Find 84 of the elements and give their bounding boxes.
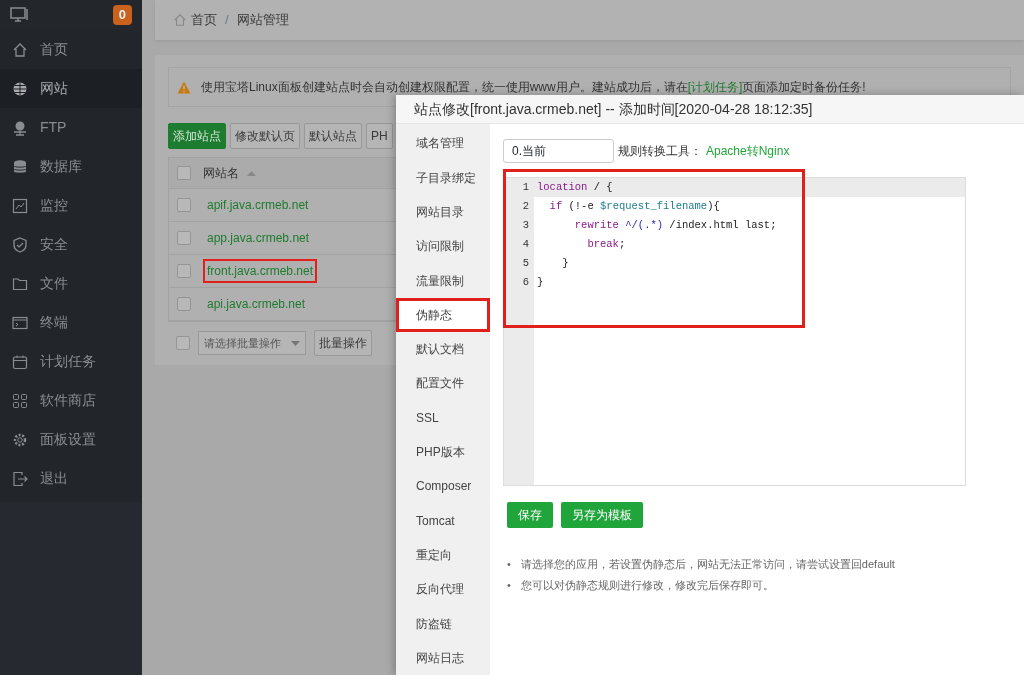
checkbox[interactable] — [177, 231, 191, 245]
line-number: 3 — [521, 218, 530, 234]
code-line: if (!-e $request_filename){ — [548, 199, 721, 215]
checkbox[interactable] — [177, 264, 191, 278]
template-select[interactable]: 0.当前 — [503, 139, 614, 164]
sidebar-item[interactable]: 安全 — [0, 225, 142, 264]
sidebar-item[interactable]: 网站 — [0, 69, 142, 108]
dialog-tab[interactable]: 反向代理 — [396, 572, 490, 607]
convert-link[interactable]: Apache转Nginx — [706, 142, 790, 161]
tool-label: 规则转换工具： — [618, 143, 702, 161]
dialog-tab[interactable]: 配置文件 — [396, 366, 490, 401]
dialog-tab[interactable]: 伪静态 — [396, 297, 490, 333]
breadcrumb-current: 网站管理 — [236, 11, 289, 30]
checkbox[interactable] — [177, 166, 191, 180]
dialog-tab[interactable]: 访问限制 — [396, 229, 490, 264]
dialog-tab[interactable]: 网站目录 — [396, 194, 490, 230]
checkbox[interactable] — [177, 198, 191, 212]
toolbar-button[interactable]: 默认站点 — [304, 123, 362, 149]
dialog-tab[interactable]: 防盗链 — [396, 606, 490, 641]
code-line: rewrite ^/(.*) /index.html last; — [573, 218, 778, 234]
monitor-icon — [10, 7, 30, 23]
code-line: break; — [586, 237, 627, 253]
count-badge: 0 — [112, 5, 132, 25]
sidebar-item[interactable]: 退出 — [0, 459, 142, 498]
dialog-tab[interactable]: PHP版本 — [396, 434, 490, 470]
dialog-tab[interactable]: 默认文档 — [396, 332, 490, 367]
save-template-button[interactable]: 另存为模板 — [561, 502, 643, 529]
batch-button[interactable]: 批量操作 — [314, 330, 372, 356]
dialog-title: 站点修改[front.java.crmeb.net] -- 添加时间[2020-04-28 18:12:35] — [414, 99, 813, 119]
chart-icon — [12, 197, 28, 214]
line-number: 6 — [521, 275, 530, 291]
dialog-tab[interactable]: SSL — [396, 400, 490, 435]
dialog-tab[interactable]: 流量限制 — [396, 263, 490, 298]
sidebar-item[interactable]: 终端 — [0, 303, 142, 342]
logout-icon — [12, 470, 28, 487]
sort-icon[interactable] — [247, 170, 256, 176]
note-text: 请选择您的应用，若设置伪静态后，网站无法正常访问，请尝试设置回default — [520, 557, 895, 573]
line-number: 4 — [521, 237, 530, 253]
database-icon — [12, 158, 28, 175]
caret-icon — [291, 340, 300, 346]
breadcrumb-separator: / — [225, 11, 229, 30]
shield-icon — [12, 236, 28, 253]
column-header: 网站名 — [203, 165, 239, 182]
code-line: } — [536, 275, 545, 291]
dialog-tab[interactable]: 子目录绑定 — [396, 160, 490, 195]
sidebar-item[interactable]: FTP — [0, 108, 142, 147]
folder-icon — [12, 275, 28, 292]
add-site-button[interactable]: 添加站点 — [168, 123, 226, 149]
terminal-icon — [12, 314, 28, 331]
calendar-icon — [12, 353, 28, 370]
bullet: • — [507, 557, 511, 573]
breadcrumb-link[interactable]: 首页 — [191, 10, 217, 30]
sidebar-item[interactable]: 软件商店 — [0, 381, 142, 420]
line-number: 1 — [521, 180, 530, 196]
warning-icon — [177, 80, 191, 94]
sidebar-item[interactable]: 监控 — [0, 186, 142, 225]
line-number: 5 — [521, 256, 530, 272]
dialog-tab[interactable]: Tomcat — [396, 503, 490, 538]
server-icon — [12, 119, 28, 136]
dialog-tab[interactable]: 网站日志 — [396, 640, 490, 675]
note-text: 您可以对伪静态规则进行修改，修改完后保存即可。 — [520, 578, 774, 594]
sidebar-item[interactable]: 数据库 — [0, 147, 142, 186]
sidebar-item[interactable]: 文件 — [0, 264, 142, 303]
alert-text: 使用宝塔Linux面板创建站点时会自动创建权限配置，统一使用www用户。建站成功后，请在[计划任务]页面添加定时备份任务! — [201, 79, 866, 96]
checkbox[interactable] — [177, 297, 191, 311]
sidebar-item[interactable]: 首页 — [0, 30, 142, 69]
bullet: • — [507, 578, 511, 594]
save-button[interactable]: 保存 — [507, 502, 553, 529]
toolbar-button[interactable]: 修改默认页 — [230, 123, 300, 149]
home-icon — [12, 41, 28, 58]
sidebar-item[interactable]: 面板设置 — [0, 420, 142, 459]
grid-icon — [12, 392, 28, 409]
dialog-tab[interactable]: 重定向 — [396, 537, 490, 573]
dialog-tab[interactable]: 域名管理 — [396, 126, 490, 161]
settings-icon — [12, 431, 28, 448]
toolbar-button[interactable]: PH — [366, 123, 393, 149]
home-icon — [173, 13, 187, 27]
checkbox[interactable] — [176, 336, 190, 350]
batch-select[interactable]: 请选择批量操作 — [198, 331, 306, 355]
code-line: } — [561, 256, 570, 272]
line-number: 2 — [521, 199, 530, 215]
sidebar-item[interactable]: 计划任务 — [0, 342, 142, 381]
globe-icon — [12, 80, 28, 97]
dialog-tab[interactable]: Composer — [396, 469, 490, 504]
